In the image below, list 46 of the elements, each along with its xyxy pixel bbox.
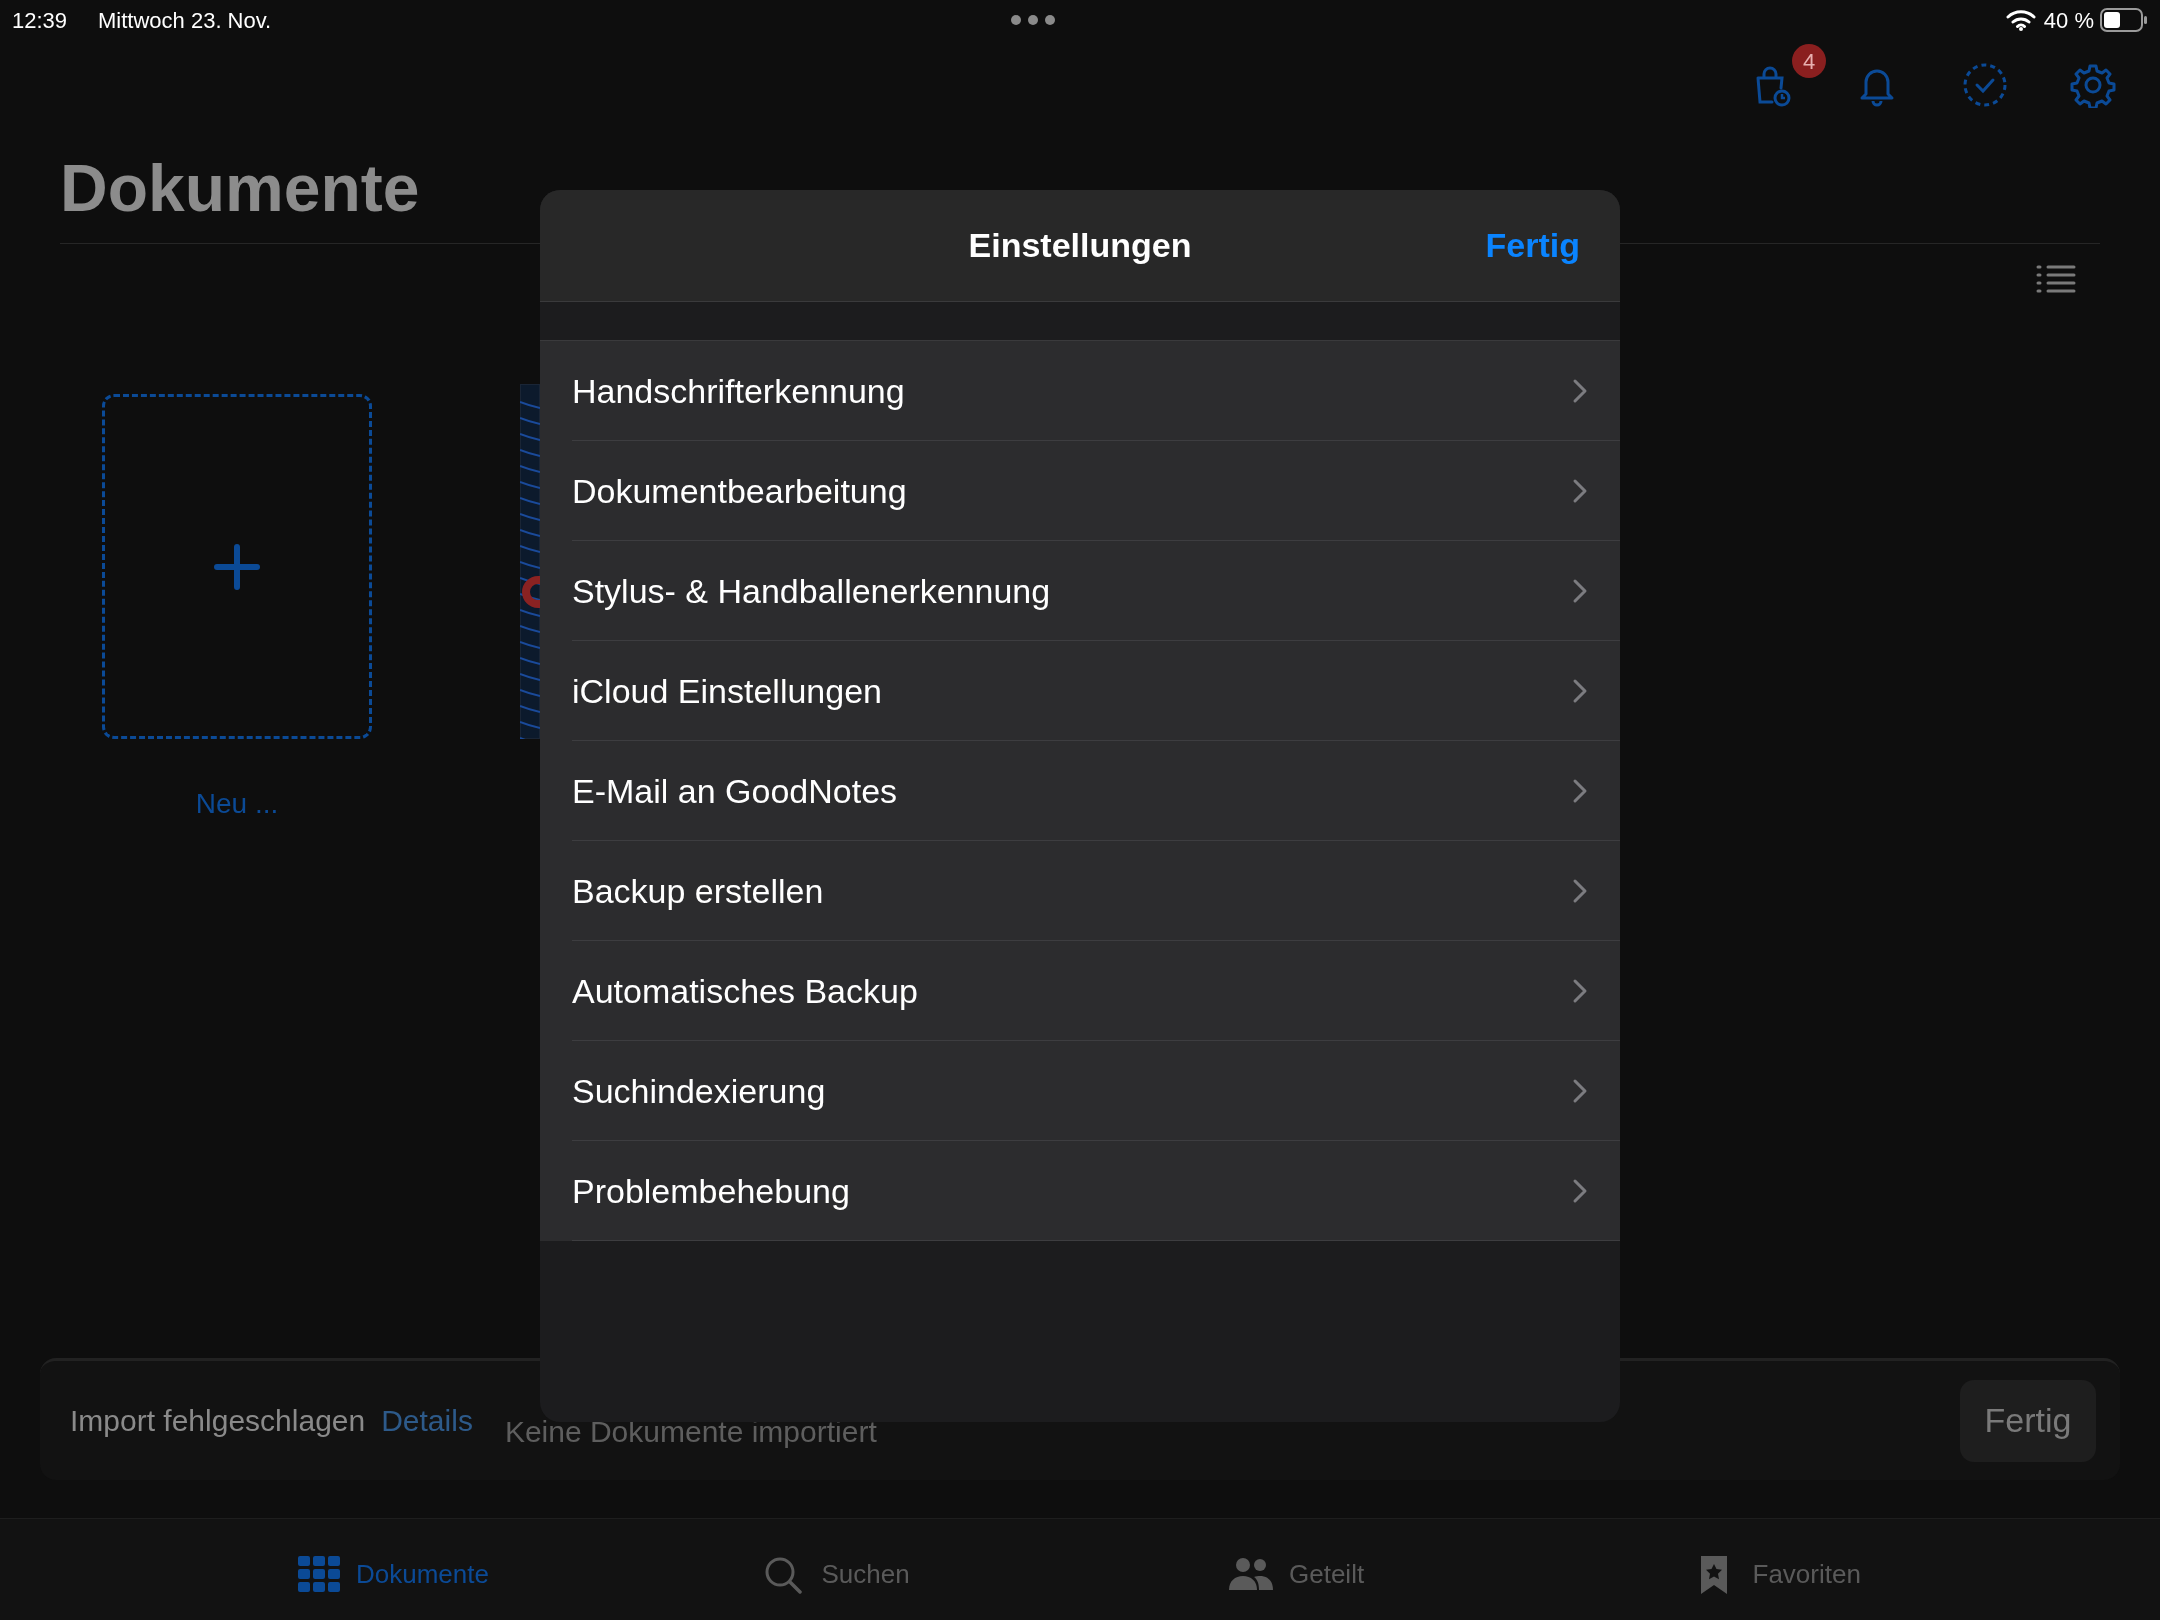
- settings-row[interactable]: Automatisches Backup: [540, 941, 1620, 1041]
- chevron-icon: [1572, 978, 1588, 1004]
- settings-row[interactable]: Problembehebung: [540, 1141, 1620, 1241]
- wifi-icon: [2005, 9, 2036, 31]
- page-title: Dokumente: [60, 150, 420, 227]
- settings-label: Automatisches Backup: [572, 970, 918, 1012]
- settings-row[interactable]: Dokumentbearbeitung: [540, 441, 1620, 541]
- settings-label: Stylus- & Handballenerkennung: [572, 570, 1051, 612]
- settings-row[interactable]: Stylus- & Handballenerkennung: [540, 541, 1620, 641]
- import-detail-text: Keine Dokumente importiert: [504, 1414, 877, 1450]
- settings-label: iCloud Einstellungen: [572, 670, 882, 712]
- battery-text: 40 %: [2043, 6, 2094, 35]
- date-text: Mittwoch 23. Nov.: [98, 6, 272, 35]
- settings-row[interactable]: iCloud Einstellungen: [540, 641, 1620, 741]
- settings-label: E-Mail an GoodNotes: [572, 770, 898, 812]
- settings-icon[interactable]: [2070, 62, 2116, 108]
- settings-label: Backup erstellen: [572, 870, 824, 912]
- dialog-title: Einstellungen: [968, 225, 1192, 266]
- settings-label: Suchindexierung: [572, 1070, 826, 1112]
- battery-icon: [2100, 8, 2148, 32]
- import-message: Import fehlgeschlagen: [70, 1403, 366, 1439]
- chevron-icon: [1572, 778, 1588, 804]
- settings-label: Dokumentbearbeitung: [572, 470, 907, 512]
- plus-icon: [214, 543, 260, 590]
- list-view-icon[interactable]: [2036, 263, 2076, 295]
- chevron-icon: [1572, 878, 1588, 904]
- done-button[interactable]: Fertig: [1485, 220, 1580, 271]
- chevron-icon: [1572, 378, 1588, 404]
- settings-row[interactable]: Suchindexierung: [540, 1041, 1620, 1141]
- settings-row[interactable]: Backup erstellen: [540, 841, 1620, 941]
- settings-label: Problembehebung: [572, 1170, 850, 1212]
- settings-row[interactable]: Handschrifterkennung: [540, 341, 1620, 441]
- chevron-icon: [1572, 1178, 1588, 1204]
- multitasking-icon[interactable]: [1009, 14, 1056, 26]
- time-text: 12:39: [12, 6, 69, 35]
- chevron-icon: [1572, 578, 1588, 604]
- done-button[interactable]: Fertig: [1960, 1379, 2096, 1462]
- new-document-card[interactable]: [102, 394, 372, 739]
- notification-badge: 4: [1792, 44, 1826, 78]
- chevron-icon: [1572, 678, 1588, 704]
- chevron-icon: [1572, 478, 1588, 504]
- settings-row[interactable]: E-Mail an GoodNotes: [540, 741, 1620, 841]
- chevron-icon: [1572, 1078, 1588, 1104]
- check-circle-icon[interactable]: [1962, 62, 2008, 108]
- grid-icon: [298, 1555, 342, 1594]
- settings-label: Handschrifterkennung: [572, 370, 905, 412]
